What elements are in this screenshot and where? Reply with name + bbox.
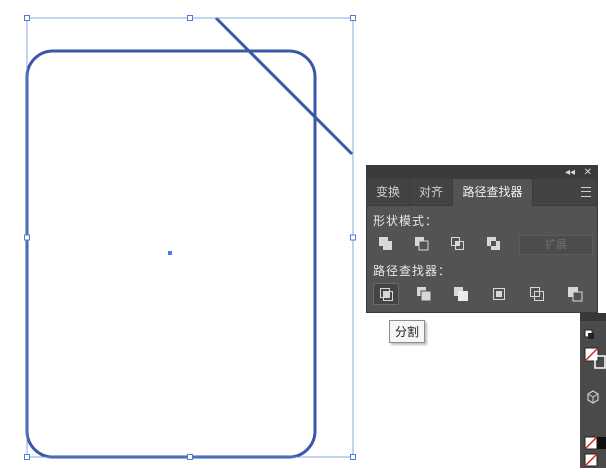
pathfinder-panel: ◂◂ ✕ 变换 对齐 路径查找器 形状模式： 扩展 路径查找器： bbox=[366, 165, 598, 313]
handle-top-left bbox=[24, 15, 30, 21]
handle-middle-right bbox=[350, 234, 356, 241]
3d-cube-icon[interactable] bbox=[587, 390, 599, 404]
right-tools-strip bbox=[580, 313, 606, 468]
tab-align[interactable]: 对齐 bbox=[410, 179, 453, 205]
divide-button[interactable] bbox=[373, 283, 399, 305]
shape-modes-label: 形状模式： bbox=[373, 214, 439, 228]
handle-top-right bbox=[350, 15, 356, 21]
trim-button[interactable] bbox=[411, 283, 437, 305]
fill-stroke-swatch-icon[interactable] bbox=[584, 436, 606, 450]
tab-pathfinder[interactable]: 路径查找器 bbox=[453, 179, 533, 206]
divide-tooltip: 分割 bbox=[389, 320, 426, 343]
unite-icon bbox=[379, 237, 392, 250]
crop-button[interactable] bbox=[486, 283, 512, 305]
minus-front-button[interactable] bbox=[409, 233, 435, 255]
diagonal-line-shape[interactable] bbox=[214, 16, 354, 156]
handle-bottom-center bbox=[187, 454, 193, 460]
minus-back-button[interactable] bbox=[562, 283, 588, 305]
handle-bottom-left bbox=[24, 454, 30, 460]
tool-icons bbox=[584, 329, 606, 467]
trim-icon bbox=[417, 287, 432, 302]
selection-bounding-box bbox=[26, 17, 354, 458]
outline-button[interactable] bbox=[524, 283, 550, 305]
close-icon[interactable]: ✕ bbox=[584, 166, 592, 179]
unite-button[interactable] bbox=[373, 233, 399, 255]
handle-top-center bbox=[187, 15, 193, 21]
exclude-icon bbox=[487, 237, 500, 250]
exclude-button[interactable] bbox=[481, 233, 507, 255]
divide-icon bbox=[380, 288, 393, 301]
panel-tabs: 变换 对齐 路径查找器 bbox=[367, 179, 597, 206]
merge-icon bbox=[454, 287, 468, 301]
stroke-none-swatch-icon[interactable] bbox=[584, 347, 606, 369]
pathfinders-label: 路径查找器： bbox=[373, 264, 452, 278]
panel-title-bar[interactable]: ◂◂ ✕ bbox=[367, 166, 597, 179]
crop-icon bbox=[493, 288, 505, 300]
handle-middle-left bbox=[24, 234, 30, 241]
minus-front-icon bbox=[415, 237, 429, 251]
intersect-button[interactable] bbox=[445, 233, 471, 255]
none-swatch-icon[interactable] bbox=[584, 453, 598, 467]
double-chevron-left-icon[interactable]: ◂◂ bbox=[565, 166, 575, 179]
minus-back-icon bbox=[568, 287, 583, 302]
merge-button[interactable] bbox=[448, 283, 474, 305]
panel-menu-icon[interactable] bbox=[581, 187, 591, 197]
center-point bbox=[168, 251, 172, 255]
strip-header bbox=[580, 313, 606, 321]
handle-bottom-right bbox=[350, 454, 356, 460]
selection-handles[interactable] bbox=[24, 15, 356, 460]
tab-transform[interactable]: 变换 bbox=[367, 179, 410, 205]
outline-icon bbox=[530, 287, 544, 301]
expand-button[interactable]: 扩展 bbox=[519, 235, 593, 255]
arrange-icon[interactable] bbox=[584, 329, 594, 339]
intersect-icon bbox=[451, 237, 464, 250]
